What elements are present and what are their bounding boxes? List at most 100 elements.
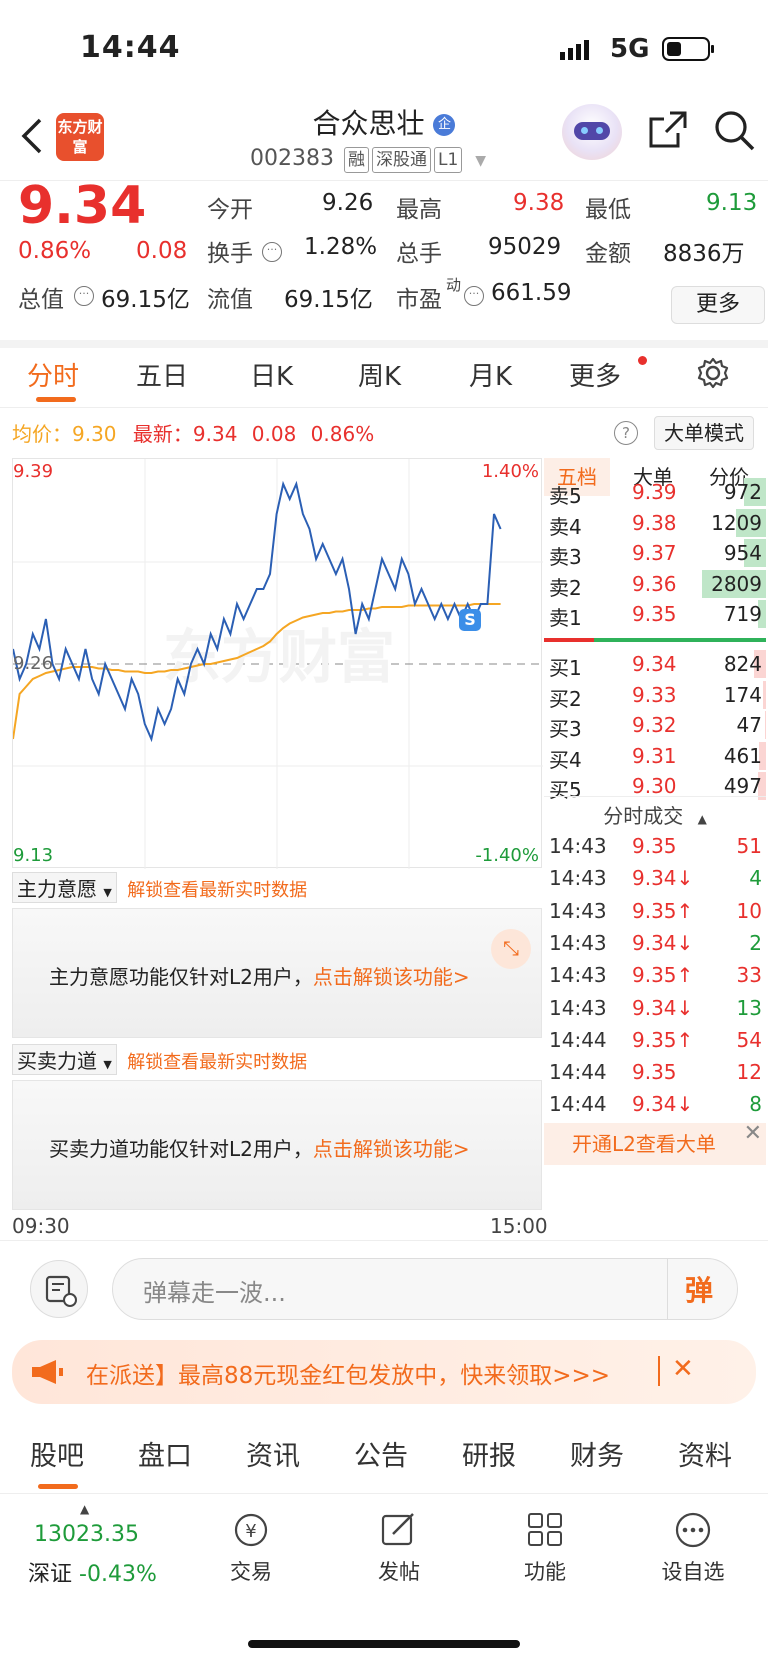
info-dots-icon[interactable]: ··· (464, 286, 484, 306)
share-icon[interactable] (648, 110, 688, 150)
ask-row[interactable]: 卖5 9.39 972 (544, 476, 766, 508)
tab-daily-k[interactable]: 日K (250, 356, 293, 393)
danmu-settings-icon[interactable] (30, 1260, 88, 1318)
search-icon[interactable] (714, 110, 756, 152)
main-force-unlock-hint[interactable]: 解锁查看最新实时数据 (127, 880, 307, 901)
trade-row: 14:44 9.35↑ 54 (544, 1024, 766, 1058)
l2-promo[interactable]: 开通L2查看大单 ✕ (544, 1121, 766, 1165)
ask-row[interactable]: 卖4 9.38 1209 (544, 507, 766, 539)
active-tab-indicator (36, 397, 76, 402)
tab-research[interactable]: 研报 (462, 1434, 516, 1473)
level-tag: L1 (433, 147, 463, 173)
trade-price: 9.35↑ (632, 898, 694, 923)
level-volume: 461 (723, 743, 762, 768)
trade-price: 9.34↓ (632, 866, 694, 891)
ask-row[interactable]: 卖3 9.37 954 (544, 537, 766, 569)
bid-row[interactable]: 买5 9.30 497 (544, 770, 766, 802)
price-line (13, 480, 502, 743)
level-price: 9.32 (632, 713, 677, 737)
level-volume: 719 (723, 602, 762, 626)
tab-news[interactable]: 资讯 (246, 1434, 300, 1473)
settings-gear-icon[interactable] (696, 356, 730, 390)
force-dropdown[interactable]: 买卖力道 ▼ (12, 1044, 117, 1075)
bid-row[interactable]: 买3 9.32 47 (544, 709, 766, 741)
latest-label: 最新： (132, 422, 193, 446)
level-price: 9.30 (632, 774, 677, 798)
assistant-avatar[interactable] (562, 104, 622, 160)
danmu-input[interactable]: 弹幕走一波... 弹 (112, 1258, 738, 1320)
pe-value: 661.59 (491, 280, 572, 306)
index-name: 深证 (28, 1562, 73, 1587)
trade-time: 14:44 (549, 1027, 607, 1052)
functions-button[interactable]: 功能 (500, 1510, 590, 1586)
add-watchlist-button[interactable]: 设自选 (648, 1510, 738, 1586)
ask-row[interactable]: 卖1 9.35 719 (544, 598, 766, 630)
enterprise-badge-icon: 企 (433, 114, 456, 136)
trade-button[interactable]: ¥ 交易 (206, 1510, 296, 1586)
tab-monthly-k[interactable]: 月K (469, 356, 512, 393)
trades-title[interactable]: 分时成交 ▲ (544, 800, 766, 829)
tab-profile[interactable]: 资料 (678, 1434, 732, 1473)
danmu-send-button[interactable]: 弹 (685, 1269, 713, 1309)
promo-banner[interactable]: 在派送】最高88元现金红包发放中，快来领取>>> ✕ (12, 1340, 756, 1404)
volume-bar (763, 680, 766, 709)
help-icon[interactable]: ? (614, 421, 638, 445)
tab-orderbook[interactable]: 盘口 (138, 1434, 192, 1473)
close-icon[interactable]: ✕ (744, 1113, 762, 1155)
amount-value: 8836万 (663, 241, 745, 267)
index-row[interactable]: 深证 -0.43% (28, 1556, 157, 1588)
more-quote-button[interactable]: 更多 (671, 286, 765, 324)
turnover-label: 换手 (207, 241, 253, 267)
post-button[interactable]: 发帖 (354, 1510, 444, 1586)
trade-row: 14:43 9.34↓ 4 (544, 862, 766, 896)
status-bar: 14:44 5G (0, 0, 768, 100)
promo-text: 在派送】最高88元现金红包发放中，快来领取>>> (86, 1363, 611, 1389)
force-message: 买卖力道功能仅针对L2用户，点击解锁该功能> (49, 1133, 470, 1162)
index-value[interactable]: 13023.35 (34, 1522, 139, 1547)
level-label: 买4 (549, 747, 582, 772)
bid-row[interactable]: 买1 9.34 824 (544, 648, 766, 680)
bid-row[interactable]: 买4 9.31 461 (544, 740, 766, 772)
watermark-text: 东方财富 (163, 625, 395, 690)
level-price: 9.31 (632, 743, 677, 768)
level-volume: 174 (723, 682, 762, 707)
main-force-unlock-link[interactable]: 点击解锁该功能> (313, 965, 470, 989)
ask-row[interactable]: 卖2 9.36 2809 (544, 568, 766, 600)
info-dots-icon[interactable]: ··· (74, 286, 94, 306)
main-force-dropdown[interactable]: 主力意愿 ▼ (12, 872, 117, 903)
dropdown-arrow-icon: ▼ (475, 153, 487, 169)
trade-volume: 10 (736, 898, 762, 923)
force-label: 买卖力道 (17, 1049, 97, 1073)
close-icon[interactable]: ✕ (672, 1354, 694, 1384)
force-header: 买卖力道 ▼ 解锁查看最新实时数据 (12, 1044, 307, 1075)
tab-forum[interactable]: 股吧 (30, 1434, 84, 1473)
level-label: 卖3 (549, 545, 582, 569)
force-unlock-link[interactable]: 点击解锁该功能> (313, 1137, 470, 1161)
tab-five-day[interactable]: 五日 (136, 356, 188, 393)
float-label: 流值 (207, 287, 253, 313)
info-dots-icon[interactable]: ··· (262, 242, 282, 262)
status-time: 14:44 (80, 30, 181, 65)
svg-text:¥: ¥ (245, 1521, 256, 1542)
level-volume: 2809 (711, 571, 762, 596)
up-arrow-icon: ▲ (80, 1502, 90, 1516)
tab-finance[interactable]: 财务 (570, 1434, 624, 1473)
y-axis-bottom: 9.13 (13, 845, 54, 866)
latest-price: 9.34 (192, 422, 238, 446)
big-order-mode-button[interactable]: 大单模式 (654, 416, 754, 450)
tab-announcements[interactable]: 公告 (354, 1434, 408, 1473)
tab-intraday[interactable]: 分时 (27, 356, 79, 393)
battery-icon (662, 37, 714, 61)
tab-more[interactable]: 更多 (569, 356, 621, 393)
bid-row[interactable]: 买2 9.33 174 (544, 679, 766, 711)
intraday-chart[interactable]: 东方财富 9.39 1.40% 9.26 9.13 -1.40% S (12, 458, 543, 869)
signal-marker-icon[interactable]: S (459, 609, 481, 631)
force-unlock-hint[interactable]: 解锁查看最新实时数据 (127, 1052, 307, 1073)
level-label: 买5 (549, 778, 582, 802)
mktcap-label: 总值 (18, 287, 64, 313)
tab-weekly-k[interactable]: 周K (358, 356, 401, 393)
expand-icon[interactable]: ⤡ (491, 929, 531, 969)
trade-volume: 12 (736, 1060, 762, 1085)
trade-row: 14:44 9.34↓ 8 (544, 1088, 766, 1122)
stock-code-row[interactable]: 002383 融深股通 L1 ▼ (250, 146, 486, 173)
